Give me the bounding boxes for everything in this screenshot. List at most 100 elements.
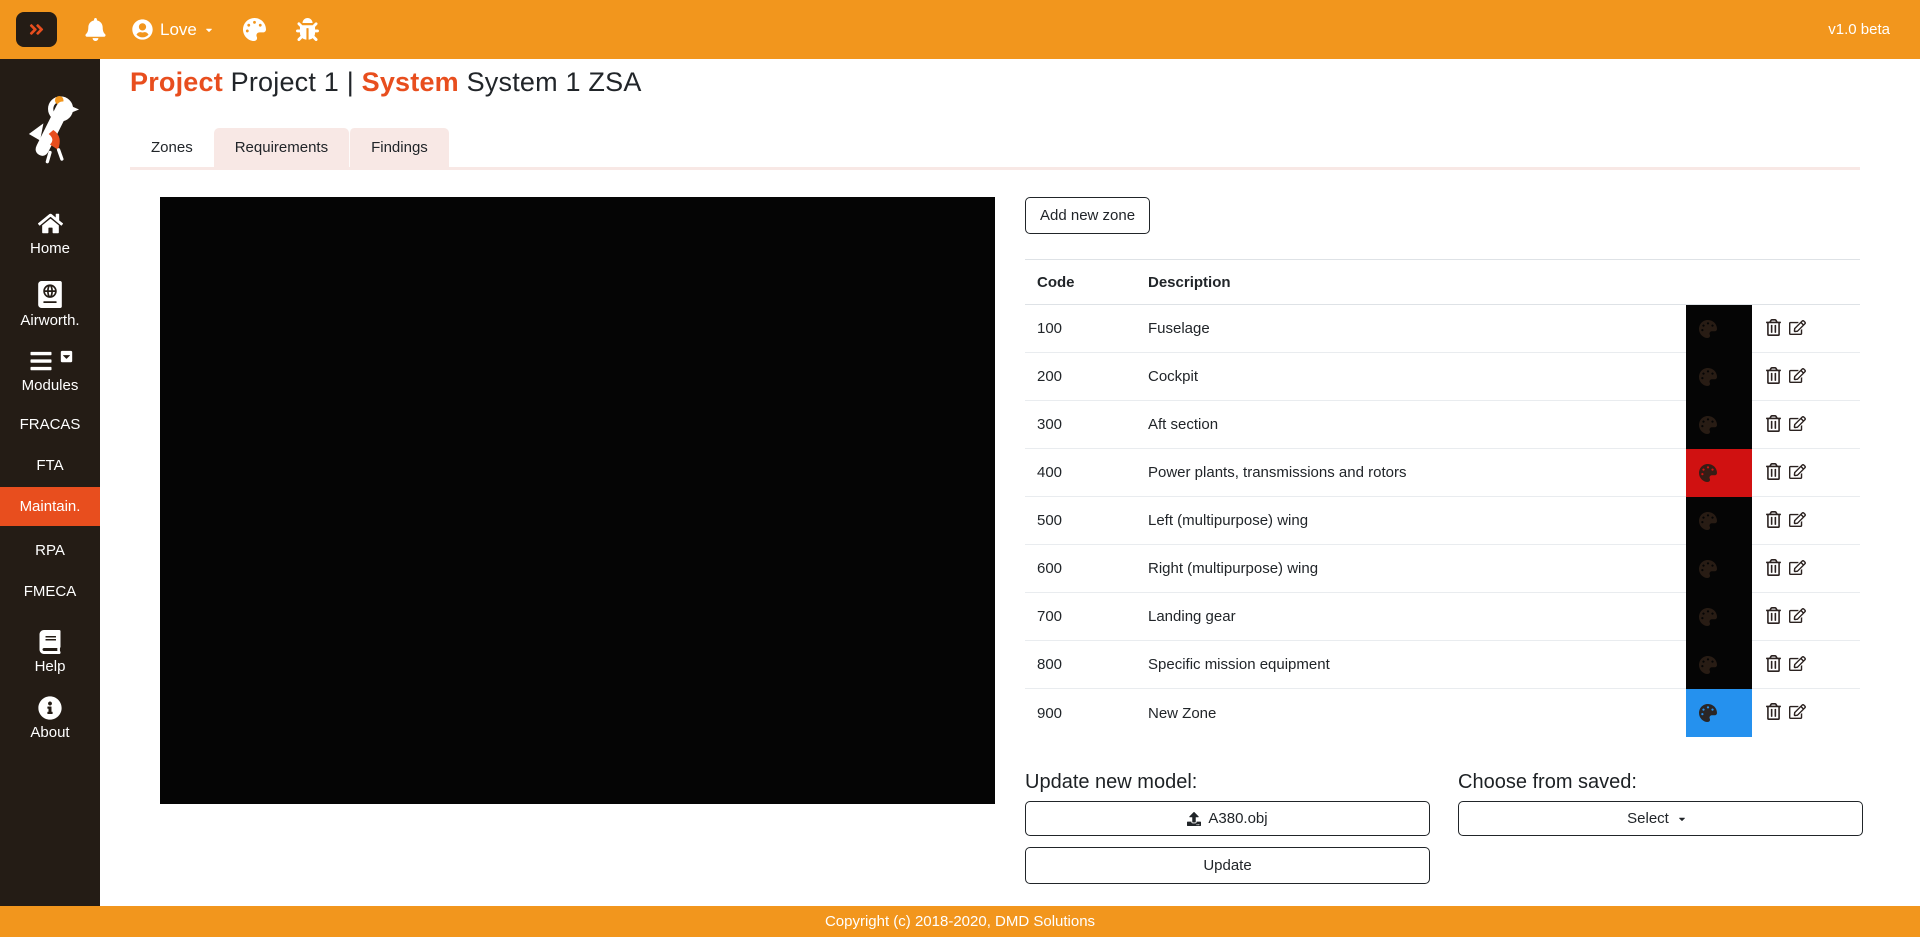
user-menu[interactable]: Love xyxy=(132,19,214,40)
delete-zone-button[interactable] xyxy=(1765,607,1782,627)
sidebar-item-fracas[interactable]: FRACAS xyxy=(0,408,100,441)
sidebar-item-help[interactable]: Help xyxy=(0,630,100,675)
sidebar-item-maintainability[interactable]: Maintain. xyxy=(0,487,100,526)
zone-description: Fuselage xyxy=(1148,320,1686,337)
delete-zone-button[interactable] xyxy=(1765,319,1782,339)
header-description: Description xyxy=(1148,274,1686,291)
model-update-section: Update new model: A380.obj Update Choose… xyxy=(1025,771,1860,884)
saved-model-select[interactable]: Select xyxy=(1458,801,1863,836)
project-name: Project 1 xyxy=(231,67,339,97)
edit-zone-button[interactable] xyxy=(1789,367,1806,387)
zone-description: Specific mission equipment xyxy=(1148,656,1686,673)
edit-zone-button[interactable] xyxy=(1789,463,1806,483)
select-label: Select xyxy=(1627,810,1669,827)
edit-zone-button[interactable] xyxy=(1789,511,1806,531)
zone-color-swatch[interactable] xyxy=(1686,641,1752,689)
edit-icon xyxy=(1789,511,1806,528)
zone-color-swatch[interactable] xyxy=(1686,449,1752,497)
user-circle-icon xyxy=(132,19,153,40)
zone-color-swatch[interactable] xyxy=(1686,689,1752,737)
upload-icon xyxy=(1187,812,1201,826)
sidebar-item-fta[interactable]: FTA xyxy=(0,449,100,482)
sidebar-item-rpa[interactable]: RPA xyxy=(0,534,100,567)
delete-zone-button[interactable] xyxy=(1765,703,1782,723)
zone-color-swatch[interactable] xyxy=(1686,305,1752,353)
sidebar-toggle-button[interactable] xyxy=(16,12,57,47)
edit-icon xyxy=(1789,415,1806,432)
edit-zone-button[interactable] xyxy=(1789,703,1806,723)
sidebar-item-airworthiness[interactable]: Airworth. xyxy=(0,281,100,329)
zone-color-swatch[interactable] xyxy=(1686,353,1752,401)
update-model-button[interactable]: Update xyxy=(1025,847,1430,884)
top-bar: Love v1.0 beta xyxy=(0,0,1920,59)
zone-code: 800 xyxy=(1025,656,1148,673)
edit-icon xyxy=(1789,559,1806,576)
palette-icon xyxy=(1699,512,1717,530)
update-model-label: Update new model: xyxy=(1025,771,1430,794)
trash-icon xyxy=(1765,367,1782,384)
edit-zone-button[interactable] xyxy=(1789,607,1806,627)
app-logo xyxy=(17,91,83,165)
delete-zone-button[interactable] xyxy=(1765,559,1782,579)
edit-zone-button[interactable] xyxy=(1789,655,1806,675)
model-3d-viewport[interactable] xyxy=(160,197,995,804)
table-row: 100 Fuselage xyxy=(1025,305,1860,353)
title-divider: | xyxy=(347,67,354,97)
edit-zone-button[interactable] xyxy=(1789,559,1806,579)
trash-icon xyxy=(1765,511,1782,528)
bell-icon[interactable] xyxy=(84,18,107,41)
table-row: 600 Right (multipurpose) wing xyxy=(1025,545,1860,593)
zone-code: 600 xyxy=(1025,560,1148,577)
trash-icon xyxy=(1765,655,1782,672)
zone-description: Right (multipurpose) wing xyxy=(1148,560,1686,577)
caret-down-icon xyxy=(1677,814,1687,824)
passport-icon xyxy=(38,281,62,308)
add-new-zone-button[interactable]: Add new zone xyxy=(1025,197,1150,234)
zone-code: 500 xyxy=(1025,512,1148,529)
palette-icon xyxy=(1699,704,1717,722)
trash-icon xyxy=(1765,463,1782,480)
sidebar-item-about[interactable]: About xyxy=(0,696,100,741)
zone-color-swatch[interactable] xyxy=(1686,401,1752,449)
zone-color-swatch[interactable] xyxy=(1686,593,1752,641)
delete-zone-button[interactable] xyxy=(1765,367,1782,387)
zone-code: 100 xyxy=(1025,320,1148,337)
trash-icon xyxy=(1765,319,1782,336)
bug-icon[interactable] xyxy=(296,18,319,41)
chevron-down-icon xyxy=(204,25,214,35)
zone-description: New Zone xyxy=(1148,705,1686,722)
sidebar-item-home[interactable]: Home xyxy=(0,211,100,257)
zone-code: 900 xyxy=(1025,705,1148,722)
zone-color-swatch[interactable] xyxy=(1686,497,1752,545)
table-row: 500 Left (multipurpose) wing xyxy=(1025,497,1860,545)
palette-icon xyxy=(1699,560,1717,578)
zone-code: 700 xyxy=(1025,608,1148,625)
info-circle-icon xyxy=(38,696,62,720)
sidebar-item-label: Modules xyxy=(22,377,79,394)
sidebar-item-modules[interactable]: Modules xyxy=(0,349,100,394)
edit-zone-button[interactable] xyxy=(1789,319,1806,339)
sidebar: Home Airworth. Modules FRACAS FTA Mainta… xyxy=(0,59,100,906)
delete-zone-button[interactable] xyxy=(1765,511,1782,531)
delete-zone-button[interactable] xyxy=(1765,463,1782,483)
zone-description: Cockpit xyxy=(1148,368,1686,385)
palette-icon xyxy=(1699,416,1717,434)
tab-findings[interactable]: Findings xyxy=(349,128,449,167)
tab-requirements[interactable]: Requirements xyxy=(214,128,349,167)
model-file-button[interactable]: A380.obj xyxy=(1025,801,1430,836)
sidebar-item-label: Home xyxy=(30,240,70,257)
palette-icon[interactable] xyxy=(243,18,266,41)
choose-saved-label: Choose from saved: xyxy=(1458,771,1863,794)
sidebar-item-fmeca[interactable]: FMECA xyxy=(0,575,100,608)
footer: Copyright (c) 2018-2020, DMD Solutions xyxy=(0,906,1920,937)
edit-icon xyxy=(1789,319,1806,336)
copyright-text: Copyright (c) 2018-2020, DMD Solutions xyxy=(825,913,1095,930)
delete-zone-button[interactable] xyxy=(1765,415,1782,435)
zone-color-swatch[interactable] xyxy=(1686,545,1752,593)
tab-zones[interactable]: Zones xyxy=(130,128,214,167)
delete-zone-button[interactable] xyxy=(1765,655,1782,675)
edit-zone-button[interactable] xyxy=(1789,415,1806,435)
palette-icon xyxy=(1699,464,1717,482)
zone-description: Aft section xyxy=(1148,416,1686,433)
caret-square-down-icon xyxy=(60,350,73,363)
